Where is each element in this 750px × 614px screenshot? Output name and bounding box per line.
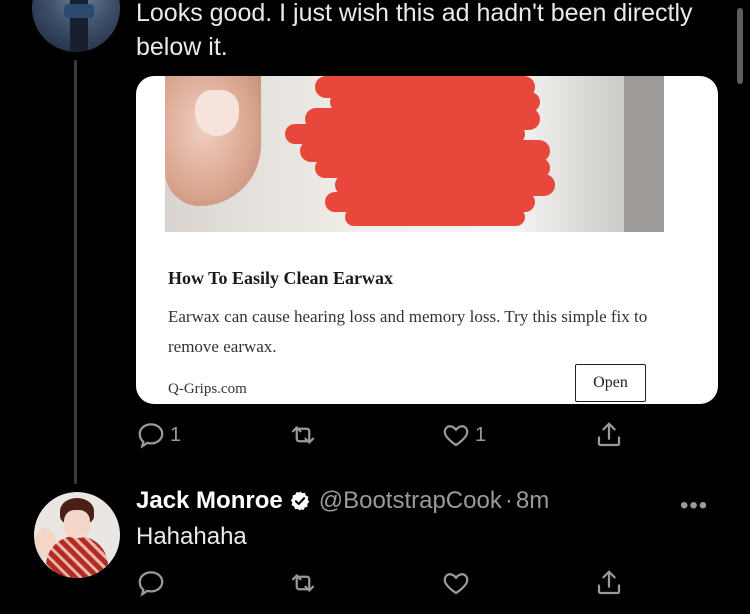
- tweet-text: Looks good. I just wish this ad hadn't b…: [136, 0, 693, 61]
- reply-count: 1: [170, 423, 182, 446]
- retweet-icon: [291, 426, 315, 444]
- share-icon: [597, 570, 621, 595]
- ad-description: Earwax can cause hearing loss and memory…: [168, 307, 648, 356]
- timestamp[interactable]: 8m: [516, 487, 549, 515]
- avatar[interactable]: [32, 0, 120, 52]
- author-name[interactable]: Jack Monroe: [136, 487, 283, 515]
- reply-actions: [136, 568, 636, 598]
- ad-image: [165, 76, 664, 232]
- author-handle[interactable]: @BootstrapCook: [319, 487, 502, 515]
- open-button[interactable]: Open: [575, 364, 646, 402]
- retweet-button[interactable]: [288, 420, 322, 450]
- avatar[interactable]: [34, 492, 120, 578]
- share-icon: [597, 422, 621, 447]
- reply-icon: [138, 571, 164, 597]
- reply-icon: [138, 423, 164, 449]
- retweet-icon: [291, 574, 315, 592]
- ad-card[interactable]: How To Easily Clean Earwax Earwax can ca…: [136, 76, 718, 404]
- thread-line: [74, 60, 77, 484]
- more-icon[interactable]: •••: [680, 492, 708, 520]
- tweet-actions: 1 1: [136, 420, 636, 450]
- like-icon: [443, 425, 469, 447]
- like-count: 1: [475, 423, 487, 446]
- reply-author-line: Jack Monroe @BootstrapCook · 8m: [136, 487, 549, 515]
- reply-button[interactable]: 1: [136, 420, 181, 450]
- separator: ·: [504, 487, 513, 514]
- like-button[interactable]: 1: [441, 420, 486, 450]
- ad-domain: Q-Grips.com: [168, 381, 247, 397]
- share-button[interactable]: [594, 420, 624, 450]
- share-button[interactable]: [594, 568, 624, 598]
- like-icon: [443, 573, 469, 595]
- reply-button[interactable]: [136, 568, 170, 598]
- ad-title: How To Easily Clean Earwax: [168, 268, 394, 288]
- reply-text: Hahahaha: [136, 523, 247, 550]
- scrollbar[interactable]: [737, 8, 743, 84]
- retweet-button[interactable]: [288, 568, 322, 598]
- like-button[interactable]: [441, 568, 475, 598]
- verified-badge-icon: [290, 491, 309, 511]
